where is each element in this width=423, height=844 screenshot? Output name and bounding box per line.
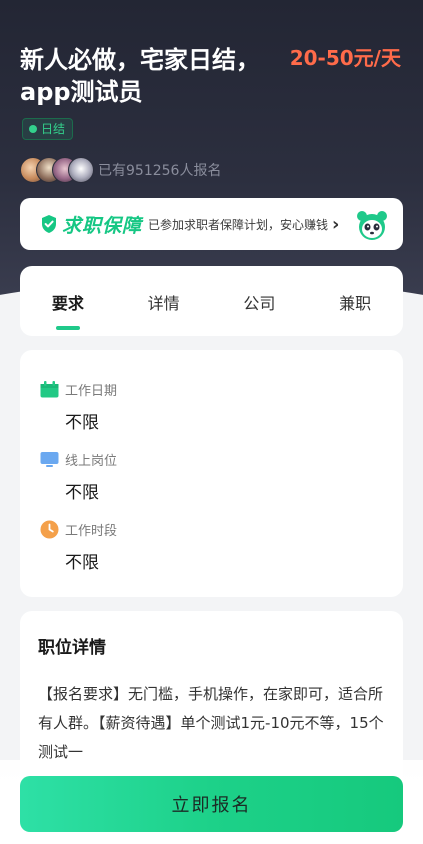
- requirement-value: 不限: [65, 553, 99, 573]
- calendar-icon: [40, 381, 59, 398]
- job-guarantee-banner[interactable]: 求职保障 已参加求职者保障计划，安心赚钱 ›: [20, 198, 403, 250]
- apply-button[interactable]: 立即报名: [20, 776, 403, 832]
- signup-count-row: 已有951256人报名: [20, 157, 221, 183]
- tab-label: 详情: [147, 294, 180, 313]
- signup-count: 已有951256人报名: [98, 163, 222, 179]
- shield-icon: [42, 215, 56, 233]
- details-text: 【报名要求】无门槛，手机操作，在家即可，适合所有人群。【薪资待遇】单个测试1元-…: [38, 685, 384, 761]
- requirement-label-row: 线上岗位: [40, 450, 117, 469]
- chevron-right-icon: ›: [332, 213, 340, 235]
- tab-requirements[interactable]: 要求: [33, 290, 103, 330]
- tag-dot-icon: [29, 125, 37, 133]
- requirement-label: 线上岗位: [65, 454, 118, 469]
- requirement-label-row: 工作时段: [40, 520, 117, 539]
- requirement-value: 不限: [65, 483, 99, 503]
- panda-mascot-icon: [357, 211, 387, 240]
- guarantee-title: 求职保障: [62, 214, 143, 237]
- requirements-card: 工作日期 不限 线上岗位 不限 工作时段 不限: [20, 350, 403, 597]
- requirement-label-row: 工作日期: [40, 380, 117, 399]
- tab-part-time[interactable]: 兼职: [320, 290, 390, 314]
- guarantee-description: 已参加求职者保障计划，安心赚钱: [148, 217, 329, 232]
- tab-details[interactable]: 详情: [129, 290, 199, 314]
- bottom-action-bar: 立即报名: [0, 760, 423, 844]
- requirement-item: 工作时段 不限: [40, 520, 117, 573]
- clock-icon: [40, 520, 59, 539]
- requirement-label: 工作时段: [65, 524, 118, 539]
- tab-company[interactable]: 公司: [224, 290, 294, 314]
- job-tabs: 要求 详情 公司 兼职: [20, 266, 403, 336]
- requirement-item: 工作日期 不限: [40, 380, 117, 433]
- tab-active-indicator: [55, 326, 80, 330]
- tab-label: 公司: [243, 294, 276, 313]
- job-title: 新人必做，宅家日结，app测试员: [20, 46, 260, 106]
- job-salary: 20-50元/天: [289, 46, 401, 70]
- requirement-value: 不限: [65, 413, 99, 433]
- tab-label: 要求: [51, 294, 84, 313]
- tag-label: 日结: [41, 122, 66, 136]
- avatar-group: [20, 157, 94, 183]
- avatar: [68, 157, 94, 183]
- details-title: 职位详情: [38, 638, 106, 658]
- monitor-icon: [40, 452, 59, 467]
- requirement-label: 工作日期: [65, 384, 118, 399]
- requirement-item: 线上岗位 不限: [40, 450, 117, 503]
- settlement-tag: 日结: [22, 118, 74, 140]
- tab-label: 兼职: [339, 294, 372, 313]
